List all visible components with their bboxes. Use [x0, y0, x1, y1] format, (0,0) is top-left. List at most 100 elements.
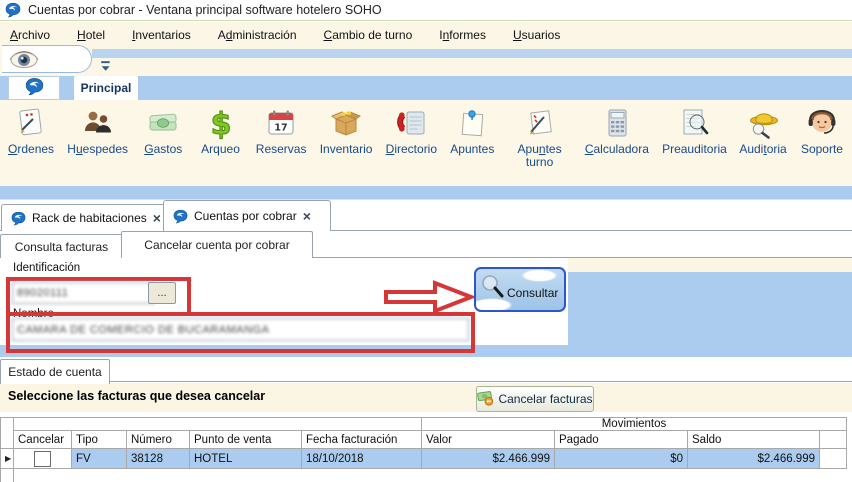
qat-strip: [92, 49, 852, 58]
toolbar-item-label: Apuntes turno: [517, 142, 562, 169]
invoices-table-section: Movimientos Cancelar Tipo Número Punto de ve…: [0, 412, 852, 482]
toolbar-item-label: Gastos: [144, 142, 183, 156]
gastos-icon: [146, 106, 180, 140]
cell-valor[interactable]: $2.466.999: [422, 449, 555, 469]
toolbar-item-ordenes[interactable]: Ordenes: [8, 106, 54, 156]
tab-cancelar-cuenta-por-cobrar[interactable]: Cancelar cuenta por cobrar: [121, 231, 313, 258]
close-icon[interactable]: ×: [303, 209, 311, 223]
toolbar-item-apuntes[interactable]: Apuntes: [450, 106, 494, 156]
document-tab-bar: Rack de habitaciones × Cuentas por cobrar ×: [0, 200, 852, 231]
column-header-pagado: Pagado: [555, 431, 688, 449]
eye-button[interactable]: [2, 45, 92, 73]
menu-cambio-de-turno[interactable]: Cambio de turno: [324, 28, 413, 42]
huespedes-icon: [81, 106, 115, 140]
form-cream-strip: [568, 258, 852, 272]
toolbar-item-auditoria[interactable]: Auditoria: [739, 106, 787, 156]
consultar-button[interactable]: Consultar: [474, 267, 566, 312]
tab-principal[interactable]: Principal: [74, 76, 138, 100]
cancelar-facturas-label: Cancelar facturas: [498, 392, 593, 406]
menu-inventarios[interactable]: Inventarios: [132, 28, 191, 42]
grid-new-row-indicator: [0, 469, 14, 482]
cancelar-cell: [14, 449, 72, 469]
consultar-label: Consultar: [507, 285, 559, 300]
preauditoria-icon: [677, 106, 711, 140]
close-icon[interactable]: ×: [153, 211, 161, 225]
toolbar-item-label: Calculadora: [584, 142, 649, 156]
cancelar-facturas-button[interactable]: Cancelar facturas: [476, 386, 594, 412]
toolbar-item-inventario[interactable]: Inventario: [319, 106, 373, 156]
toolbar-item-label: Directorio: [385, 142, 438, 156]
window-title: Cuentas por cobrar - Ventana principal s…: [28, 3, 382, 17]
reservas-icon: 17: [264, 106, 298, 140]
row-checkbox[interactable]: [34, 450, 51, 467]
menu-bar: Archivo Hotel Inventarios Administración Cam…: [0, 22, 852, 48]
browse-button[interactable]: ...: [148, 282, 176, 304]
cell-saldo[interactable]: $2.466.999: [688, 449, 820, 469]
cell-numero[interactable]: 38128: [127, 449, 190, 469]
menu-archivo[interactable]: Archivo: [10, 28, 50, 42]
toolbar-item-directorio[interactable]: Directorio: [386, 106, 437, 156]
auditoria-icon: [746, 106, 780, 140]
column-header-cancelar: Cancelar: [14, 431, 72, 449]
toolbar-item-arqueo[interactable]: $ Arqueo: [199, 106, 243, 156]
menu-hotel[interactable]: Hotel: [77, 28, 105, 42]
arqueo-icon: $: [204, 106, 238, 142]
menu-informes[interactable]: Informes: [439, 28, 486, 42]
toolbar-item-label: Auditoria: [739, 142, 787, 156]
apuntes-icon: [455, 106, 489, 140]
chevron-down-icon[interactable]: [100, 60, 112, 72]
soho-logo-icon: [25, 77, 44, 99]
lookup-form-panel: Identificación 89020111 ... Nombre CAMAR…: [0, 258, 568, 353]
tab-cuentas-por-cobrar[interactable]: Cuentas por cobrar ×: [163, 200, 331, 231]
column-header-tipo: Tipo: [72, 431, 127, 449]
doc-tab-label: Rack de habitaciones: [32, 211, 147, 225]
doc-tab-label: Cuentas por cobrar: [194, 209, 297, 223]
soho-logo-icon: [5, 2, 21, 18]
tab-estado-de-cuenta[interactable]: Estado de cuenta: [0, 359, 110, 384]
title-bar: Cuentas por cobrar - Ventana principal s…: [0, 0, 852, 21]
toolbar-item-label: Huespedes: [67, 142, 129, 156]
column-header-empty: [820, 431, 847, 449]
toolbar-item-calculadora[interactable]: Calculadora: [585, 106, 649, 156]
nombre-input[interactable]: CAMARA DE COMERCIO DE BUCARAMANGA: [12, 318, 469, 341]
ribbon-bottom-strip: [0, 186, 852, 200]
cell-fecha-facturacion[interactable]: 18/10/2018: [302, 449, 422, 469]
toolbar-item-apuntes-turno[interactable]: Apuntes turno: [508, 106, 572, 169]
menu-usuarios[interactable]: Usuarios: [513, 28, 560, 42]
lookup-form-section: Identificación 89020111 ... Nombre CAMAR…: [0, 258, 852, 357]
right-arrow-icon: ▶: [5, 454, 12, 463]
eye-icon: [8, 47, 40, 72]
cell-punto-de-venta[interactable]: HOTEL: [190, 449, 302, 469]
inventario-icon: [329, 106, 363, 140]
annotation-arrow: [384, 280, 475, 314]
tab-rack-de-habitaciones[interactable]: Rack de habitaciones ×: [1, 204, 181, 231]
cell-empty: [820, 449, 847, 469]
toolbar-item-huespedes[interactable]: Huespedes: [67, 106, 128, 156]
soporte-icon: [805, 106, 839, 140]
column-header-saldo: Saldo: [688, 431, 820, 449]
invoices-grid: Movimientos Cancelar Tipo Número Punto de ve…: [0, 417, 852, 482]
toolbar-item-label: Soporte: [800, 142, 843, 156]
ordenes-icon: [14, 106, 48, 140]
ribbon-app-button[interactable]: [8, 76, 60, 100]
sub-tab-bar: Consulta facturas Cancelar cuenta por cob…: [0, 231, 852, 258]
identificacion-input[interactable]: 89020111: [12, 282, 154, 304]
tab-consulta-facturas[interactable]: Consulta facturas: [0, 234, 123, 258]
toolbar-item-gastos[interactable]: Gastos: [141, 106, 185, 156]
estado-tab-row: Estado de cuenta: [0, 357, 852, 384]
menu-administracion[interactable]: Administración: [218, 28, 297, 42]
toolbar-item-label: Preauditoria: [662, 142, 727, 156]
toolbar-item-label: Inventario: [319, 142, 373, 156]
cell-tipo[interactable]: FV: [72, 449, 127, 469]
grid-corner-cell: [0, 417, 14, 449]
toolbar-item-label: Ordenes: [8, 142, 55, 156]
cell-pagado[interactable]: $0: [555, 449, 688, 469]
toolbar-item-preauditoria[interactable]: Preauditoria: [662, 106, 727, 156]
tab-bar-divider: [0, 381, 852, 382]
soho-logo-icon: [11, 211, 26, 226]
action-bar: Seleccione las facturas que desea cancel…: [0, 383, 852, 412]
toolbar-item-soporte[interactable]: Soporte: [800, 106, 844, 156]
row-selector[interactable]: ▶: [0, 449, 14, 469]
column-header-numero: Número: [127, 431, 190, 449]
toolbar-item-reservas[interactable]: 17 Reservas: [256, 106, 306, 156]
